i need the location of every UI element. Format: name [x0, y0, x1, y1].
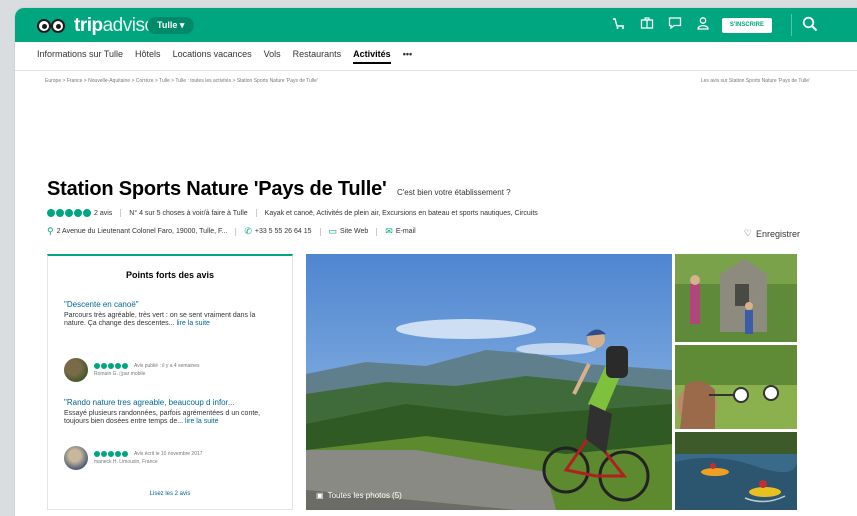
rating-row: 2 avis N° 4 sur 5 choses à voir/à faire …: [47, 209, 538, 217]
nav-item-info[interactable]: Informations sur Tulle: [37, 49, 123, 64]
review-snippet: Essayé plusieurs randonnées, parfois agr…: [64, 410, 261, 425]
top-header: tripadvisor Tulle ▾ S'INSCRIRE: [15, 8, 857, 42]
review-item: "Descente en canoë" Parcours très agréab…: [64, 300, 278, 328]
review-date: Avis écrit le 10 novembre 2017: [134, 451, 203, 457]
website-link[interactable]: Site Web: [340, 228, 368, 235]
photo-thumbnail[interactable]: [675, 254, 797, 342]
map-pin-icon: ⚲: [47, 226, 54, 236]
all-photos-button[interactable]: ▣ Toutes les photos (5): [316, 491, 402, 500]
camera-icon: ▣: [316, 491, 324, 500]
chevron-down-icon: ▾: [179, 20, 185, 30]
phone-number[interactable]: +33 5 55 26 64 15: [255, 228, 312, 235]
nav-divider: [15, 70, 857, 71]
bookings-icon[interactable]: [640, 16, 654, 30]
photo-thumbnail[interactable]: [675, 345, 797, 429]
review-count-link[interactable]: 2 avis: [94, 210, 112, 217]
page-title: Station Sports Nature 'Pays de Tulle': [47, 178, 387, 200]
address-link[interactable]: 2 Avenue du Lieutenant Colonel Faro, 190…: [57, 228, 228, 235]
main-nav: Informations sur Tulle Hôtels Locations …: [37, 49, 412, 64]
read-more-link[interactable]: lire la suite: [185, 418, 218, 425]
nav-more-button[interactable]: •••: [403, 49, 412, 64]
location-button[interactable]: Tulle ▾: [147, 17, 195, 34]
search-icon[interactable]: [802, 16, 818, 37]
save-label: Enregistrer: [755, 228, 800, 239]
highlights-heading: Points forts des avis: [125, 270, 215, 280]
logo-trip-text: trip: [74, 15, 103, 36]
all-photos-label: Toutes les photos (5): [327, 491, 402, 500]
review-author-row: Avis écrit le 10 novembre 2017 maneck H.…: [64, 446, 203, 470]
breadcrumb[interactable]: Europe > France > Nouvelle-Aquitaine > C…: [45, 78, 318, 84]
user-icon[interactable]: [696, 16, 710, 30]
nav-item-restaurants[interactable]: Restaurants: [293, 49, 342, 64]
email-link[interactable]: E-mail: [396, 228, 416, 235]
categories-text[interactable]: Kayak et canoë, Activités de plein air, …: [265, 210, 538, 217]
ranking-text[interactable]: N° 4 sur 5 choses à voir/à faire à Tulle: [129, 210, 247, 217]
website-icon: ▭: [328, 226, 338, 236]
header-divider: [791, 14, 792, 36]
review-author[interactable]: maneck H. Limousin, France: [94, 459, 158, 465]
email-icon: ✉: [385, 226, 393, 236]
heart-icon: ♡: [743, 228, 752, 238]
nav-item-rentals[interactable]: Locations vacances: [173, 49, 252, 64]
main-photo[interactable]: ▣ Toutes les photos (5): [306, 254, 672, 510]
signup-button[interactable]: S'INSCRIRE: [721, 18, 772, 33]
reviews-breadcrumb-link[interactable]: Les avis sur Station Sports Nature 'Pays…: [701, 78, 810, 84]
review-snippet: Parcours très agréable, très vert : on s…: [64, 312, 256, 327]
tripadvisor-logo[interactable]: tripadvisor: [37, 15, 161, 37]
review-device: par mobile: [122, 371, 146, 377]
nav-item-flights[interactable]: Vols: [264, 49, 281, 64]
avatar[interactable]: [64, 358, 88, 382]
review-author[interactable]: Romain G.: [94, 371, 118, 377]
save-button[interactable]: ♡ Enregistrer: [744, 228, 800, 239]
review-title-link[interactable]: "Rando nature tres agreable, beaucoup d …: [64, 398, 278, 407]
review-author-row: Avis publié : il y a 4 semaines Romain G…: [64, 358, 200, 382]
owl-icon: [37, 17, 71, 35]
avatar[interactable]: [64, 446, 88, 470]
all-reviews-link[interactable]: Lisez les 2 avis: [48, 491, 292, 497]
read-more-link[interactable]: lire la suite: [176, 320, 209, 327]
review-item: "Rando nature tres agreable, beaucoup d …: [64, 398, 278, 426]
rating-bubbles[interactable]: [47, 209, 91, 217]
phone-icon: ✆: [244, 226, 252, 236]
nav-item-activities[interactable]: Activités: [353, 49, 391, 64]
review-title-link[interactable]: "Descente en canoë": [64, 300, 278, 309]
nav-item-hotels[interactable]: Hôtels: [135, 49, 161, 64]
review-date: Avis publié : il y a 4 semaines: [134, 363, 200, 369]
location-label: Tulle: [157, 20, 178, 30]
photo-thumbnail[interactable]: [675, 432, 797, 510]
trips-icon[interactable]: [612, 16, 626, 30]
browser-page: tripadvisor Tulle ▾ S'INSCRIRE Informati…: [14, 7, 857, 516]
contact-row: ⚲ 2 Avenue du Lieutenant Colonel Faro, 1…: [47, 226, 416, 237]
messages-icon[interactable]: [668, 16, 682, 30]
claim-listing-link[interactable]: C'est bien votre établissement ?: [397, 188, 511, 197]
review-highlights-card: Points forts des avis "Descente en canoë…: [47, 254, 293, 510]
